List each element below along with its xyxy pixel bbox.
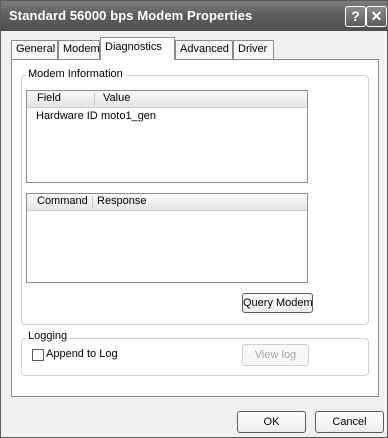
tab-general-label: General [16, 43, 56, 55]
command-response-header: Command Response [27, 194, 307, 211]
row-value-cell: moto1_gen [101, 110, 157, 122]
modem-information-label: Modem Information [26, 68, 125, 80]
tab-modem-label: Modem [63, 43, 100, 55]
append-to-log-checkbox[interactable] [32, 349, 44, 361]
title-bar[interactable]: Standard 56000 bps Modem Properties ? ✕ [1, 1, 387, 31]
ok-button[interactable]: OK [237, 411, 306, 433]
close-icon[interactable]: ✕ [366, 6, 387, 27]
help-icon[interactable]: ? [345, 6, 366, 27]
command-response-list[interactable]: Command Response [26, 193, 308, 283]
column-header-response[interactable]: Response [97, 195, 147, 207]
tab-advanced[interactable]: Advanced [175, 40, 233, 59]
tab-diagnostics[interactable]: Diagnostics [100, 37, 175, 60]
query-modem-button[interactable]: Query Modem [242, 293, 313, 313]
column-header-field[interactable]: Field [37, 92, 61, 104]
view-log-button[interactable]: View log [242, 344, 309, 366]
logging-label: Logging [26, 330, 70, 342]
column-divider[interactable] [94, 93, 95, 105]
tab-driver-label: Driver [238, 43, 268, 55]
tab-advanced-label: Advanced [180, 43, 229, 55]
tab-general[interactable]: General [11, 40, 58, 59]
column-divider[interactable] [92, 196, 93, 208]
modem-properties-dialog: Standard 56000 bps Modem Properties ? ✕ … [0, 0, 388, 438]
column-header-value[interactable]: Value [103, 92, 130, 104]
diagnostics-panel: Modem Information Field Value Hardware I… [11, 59, 379, 397]
tab-driver[interactable]: Driver [233, 40, 274, 59]
modem-info-header: Field Value [27, 91, 307, 108]
row-field-cell: Hardware ID [36, 110, 98, 122]
column-header-command[interactable]: Command [37, 195, 88, 207]
cancel-button[interactable]: Cancel [315, 411, 384, 433]
modem-info-list[interactable]: Field Value Hardware ID moto1_gen [26, 90, 308, 183]
window-title: Standard 56000 bps Modem Properties [9, 8, 253, 23]
append-to-log-label[interactable]: Append to Log [46, 348, 118, 360]
tab-diagnostics-label: Diagnostics [105, 41, 162, 53]
tab-modem[interactable]: Modem [58, 40, 100, 59]
